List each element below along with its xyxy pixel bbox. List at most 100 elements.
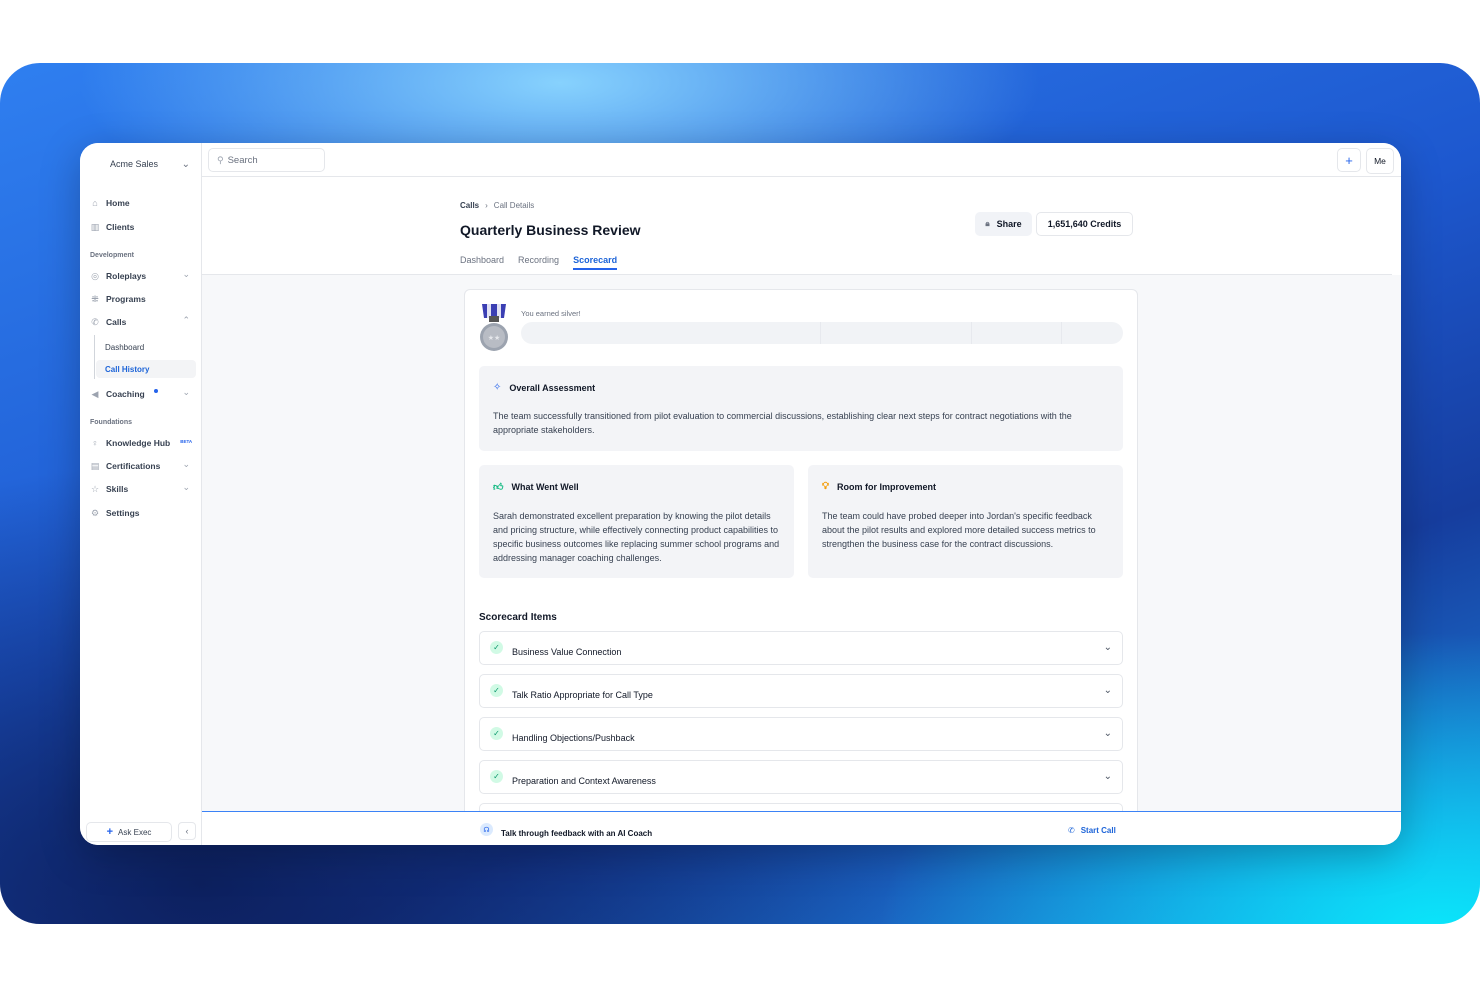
chevron-down-icon[interactable]: ⌄ bbox=[1104, 728, 1112, 739]
scorecard-item-label: Preparation and Context Awareness bbox=[512, 776, 656, 786]
phone-icon: ✆ bbox=[1068, 826, 1075, 835]
beta-badge: BETA bbox=[180, 439, 193, 444]
star-icon: ☆ bbox=[90, 484, 100, 494]
went-well-header: 👍︎ What Went Well bbox=[493, 481, 579, 493]
building-icon: ▥ bbox=[90, 222, 100, 232]
sidebar-item-knowledge-hub[interactable]: ♀ Knowledge Hub BETA bbox=[90, 436, 194, 450]
went-well-panel: 👍︎ What Went Well Sarah demonstrated exc… bbox=[479, 465, 794, 578]
overall-assessment-header: ✧ Overall Assessment bbox=[493, 382, 595, 393]
sidebar-item-roleplays[interactable]: ◎ Roleplays ⌄ bbox=[90, 269, 194, 283]
thumbs-up-icon: 👍︎ bbox=[493, 482, 504, 493]
collapse-sidebar-button[interactable]: ‹ bbox=[178, 822, 196, 840]
sidebar-item-label: Certifications bbox=[106, 461, 161, 471]
sidebar-item-label: Coaching bbox=[106, 389, 145, 399]
chevron-down-icon: ⌄ bbox=[182, 459, 190, 469]
chevron-down-icon[interactable]: ⌄ bbox=[1104, 642, 1112, 653]
chevron-down-icon: ⌄ bbox=[181, 158, 190, 170]
home-icon: ⌂ bbox=[92, 198, 98, 208]
start-call-button[interactable]: ✆ Start Call bbox=[1068, 826, 1116, 835]
app-window: Acme Sales ⌄ ⌂ Home ▥ Clients Developmen… bbox=[80, 143, 1401, 845]
scorecard-card: ★★ You earned silver! ✧ Overall Assessme… bbox=[464, 289, 1138, 837]
ask-exec-button[interactable]: + Ask Exec bbox=[86, 822, 172, 842]
earned-text: You earned silver! bbox=[521, 309, 581, 318]
chevron-down-icon[interactable]: ⌄ bbox=[1104, 685, 1112, 696]
went-well-title: What Went Well bbox=[511, 482, 579, 492]
sidebar-item-label: Home bbox=[106, 198, 130, 208]
progress-segment bbox=[821, 322, 972, 344]
sidebar-item-coaching[interactable]: ◀ Coaching ⌄ bbox=[90, 387, 194, 401]
scorecard-item[interactable]: ✓ Handling Objections/Pushback ⌄ bbox=[479, 717, 1123, 751]
section-development: Development bbox=[90, 252, 134, 259]
improvement-title: Room for Improvement bbox=[837, 481, 937, 492]
silver-medal-icon: ★★ bbox=[480, 304, 508, 351]
gear-icon: ⚙ bbox=[90, 508, 100, 518]
lightbulb-icon: 💡︎ bbox=[822, 481, 829, 492]
sidebar-item-skills[interactable]: ☆ Skills ⌄ bbox=[90, 482, 194, 496]
sidebar-item-calls[interactable]: ✆ Calls ⌃ bbox=[90, 315, 194, 329]
tab-dashboard[interactable]: Dashboard bbox=[460, 255, 504, 270]
sidebar-item-settings[interactable]: ⚙ Settings bbox=[90, 506, 194, 520]
sidebar-item-programs[interactable]: ⁜ Programs bbox=[90, 292, 194, 306]
ai-coach-bar: ☊ Talk through feedback with an AI Coach… bbox=[202, 811, 1401, 845]
ask-exec-label: Ask Exec bbox=[118, 827, 152, 837]
scorecard-item-label: Handling Objections/Pushback bbox=[512, 733, 635, 743]
sidebar: Acme Sales ⌄ ⌂ Home ▥ Clients Developmen… bbox=[80, 143, 202, 845]
sidebar-item-label: Skills bbox=[106, 484, 129, 494]
submenu-line bbox=[94, 335, 95, 379]
chevron-down-icon: ⌄ bbox=[182, 387, 190, 397]
share-button[interactable]: 🔒︎ Share bbox=[975, 212, 1032, 236]
sidebar-subitem-call-history[interactable]: Call History bbox=[96, 360, 196, 378]
chevron-up-icon: ⌃ bbox=[182, 315, 190, 325]
overall-assessment-panel: ✧ Overall Assessment The team successful… bbox=[479, 366, 1123, 451]
scorecard-item[interactable]: ✓ Preparation and Context Awareness ⌄ bbox=[479, 760, 1123, 794]
phone-icon: ✆ bbox=[91, 317, 99, 327]
sidebar-item-label: Knowledge Hub bbox=[106, 438, 171, 448]
breadcrumb-current: Call Details bbox=[493, 201, 535, 210]
tab-recording[interactable]: Recording bbox=[518, 255, 559, 270]
improvement-header: 💡︎ Room for Improvement bbox=[822, 481, 936, 492]
scorecard-items-title: Scorecard Items bbox=[479, 612, 557, 623]
main-content: ★★ You earned silver! ✧ Overall Assessme… bbox=[202, 275, 1401, 837]
profile-button[interactable]: Me bbox=[1366, 148, 1394, 174]
page-title: Quarterly Business Review bbox=[460, 222, 641, 238]
improvement-body: The team could have probed deeper into J… bbox=[822, 511, 1096, 549]
scorecard-item[interactable]: ✓ Talk Ratio Appropriate for Call Type ⌄ bbox=[479, 674, 1123, 708]
lightbulb-icon: ♀ bbox=[91, 438, 99, 448]
scorecard-item-label: Business Value Connection bbox=[512, 647, 622, 657]
search-input[interactable]: ⚲ Search bbox=[208, 148, 325, 172]
roleplay-icon: ◎ bbox=[91, 271, 99, 281]
check-icon: ✓ bbox=[490, 684, 503, 697]
breadcrumb-root[interactable]: Calls bbox=[460, 201, 479, 210]
sidebar-item-home[interactable]: ⌂ Home bbox=[90, 196, 194, 210]
sparkle-icon: ✧ bbox=[493, 382, 502, 393]
scorecard-item[interactable]: ✓ Business Value Connection ⌄ bbox=[479, 631, 1123, 665]
plus-icon: + bbox=[106, 826, 114, 838]
check-icon: ✓ bbox=[490, 641, 503, 654]
sidebar-item-label: Roleplays bbox=[106, 271, 147, 281]
sidebar-item-certifications[interactable]: ▤ Certifications ⌄ bbox=[90, 459, 194, 473]
tab-scorecard[interactable]: Scorecard bbox=[573, 255, 618, 270]
tab-bar: Dashboard Recording Scorecard bbox=[460, 255, 618, 270]
sidebar-subitem-dashboard[interactable]: Dashboard bbox=[96, 338, 196, 356]
score-progress-bar bbox=[521, 322, 1123, 344]
scorecard-item-label: Talk Ratio Appropriate for Call Type bbox=[512, 690, 653, 700]
add-button[interactable]: + bbox=[1337, 148, 1361, 172]
check-icon: ✓ bbox=[490, 727, 503, 740]
chevron-left-icon: ‹ bbox=[185, 826, 189, 836]
credits-badge[interactable]: 1,651,640 Credits bbox=[1036, 212, 1133, 236]
sidebar-item-clients[interactable]: ▥ Clients bbox=[90, 220, 194, 234]
chevron-right-icon: › bbox=[485, 201, 488, 210]
sidebar-item-label: Programs bbox=[106, 294, 146, 304]
org-switcher[interactable]: Acme Sales ⌄ bbox=[90, 151, 194, 177]
overall-assessment-title: Overall Assessment bbox=[509, 382, 596, 393]
share-label: Share bbox=[996, 219, 1022, 229]
sidebar-item-label: Clients bbox=[106, 222, 135, 232]
svg-text:★★: ★★ bbox=[488, 334, 501, 342]
breadcrumb: Calls › Call Details bbox=[460, 201, 534, 210]
search-icon: ⚲ bbox=[217, 154, 224, 165]
certificate-icon: ▤ bbox=[90, 461, 100, 471]
chevron-down-icon: ⌄ bbox=[182, 482, 190, 492]
overall-assessment-body: The team successfully transitioned from … bbox=[493, 411, 1072, 435]
megaphone-icon: ◀ bbox=[91, 389, 99, 399]
chevron-down-icon[interactable]: ⌄ bbox=[1104, 771, 1112, 782]
